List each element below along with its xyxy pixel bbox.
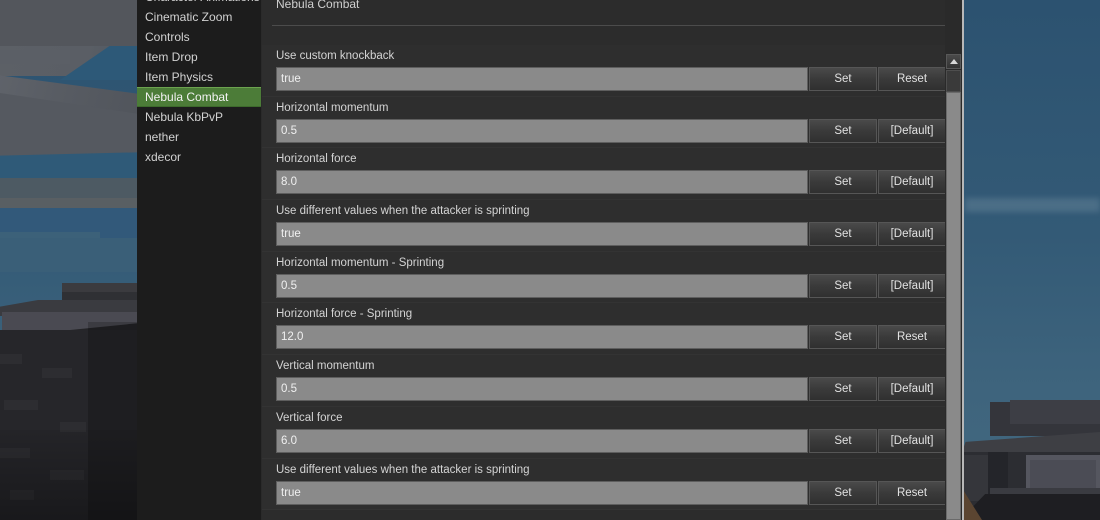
sidebar-item-item-physics[interactable]: Item Physics	[137, 67, 261, 87]
sidebar-item-label: Item Drop	[145, 50, 198, 64]
setting-value-input[interactable]	[276, 428, 808, 453]
default-button[interactable]: [Default]	[878, 118, 946, 143]
page-title: Nebula Combat	[276, 0, 360, 11]
sidebar-item-label: Controls	[145, 30, 190, 44]
scrollbar-track-gap[interactable]	[946, 70, 961, 92]
setting-label: Horizontal force	[276, 153, 357, 166]
setting-row: Horizontal momentum - Sprinting Set [Def…	[262, 251, 946, 304]
setting-value-input[interactable]	[276, 480, 808, 505]
sidebar-category-list[interactable]: Character Animations Cinematic Zoom Cont…	[137, 0, 262, 520]
setting-row: Use different values when the attacker i…	[262, 458, 946, 511]
set-button[interactable]: Set	[809, 222, 877, 247]
setting-value-input[interactable]	[276, 67, 808, 91]
sidebar-item-nebula-combat[interactable]: Nebula Combat	[137, 87, 261, 107]
setting-label: Use different values when the attacker i…	[276, 205, 530, 218]
setting-value-input[interactable]	[276, 325, 808, 350]
sidebar-item-label: nether	[145, 130, 180, 144]
vertical-scrollbar[interactable]	[945, 0, 962, 520]
terrain-slab	[0, 178, 150, 200]
default-button[interactable]: [Default]	[878, 428, 946, 453]
terrain-slab	[0, 152, 150, 180]
setting-row: Horizontal force Set [Default]	[262, 148, 946, 201]
setting-row: Use custom knockback Set Reset	[262, 45, 946, 97]
setting-row: Use different values when the attacker i…	[262, 200, 946, 252]
default-button[interactable]: [Default]	[878, 222, 946, 247]
setting-label: Use different values when the attacker i…	[276, 463, 530, 476]
sidebar-item-label: Character Animations	[145, 0, 260, 4]
setting-controls: Set Reset	[276, 325, 946, 350]
set-button[interactable]: Set	[809, 428, 877, 453]
setting-value-input[interactable]	[276, 273, 808, 298]
reset-button[interactable]: Reset	[878, 325, 946, 350]
header-divider	[272, 25, 947, 26]
terrain-slab	[0, 50, 70, 64]
default-button[interactable]: [Default]	[878, 170, 946, 195]
structure-block	[1010, 400, 1100, 424]
sidebar-item-controls[interactable]: Controls	[137, 27, 261, 47]
sidebar-item-nether[interactable]: nether	[137, 127, 261, 147]
setting-value-input[interactable]	[276, 222, 808, 247]
settings-panel: Nebula Combat Use custom knockback Set R…	[262, 0, 962, 520]
set-button[interactable]: Set	[809, 273, 877, 298]
set-button[interactable]: Set	[809, 325, 877, 350]
setting-label: Horizontal momentum	[276, 101, 389, 114]
sidebar-item-nebula-kbpvp[interactable]: Nebula KbPvP	[137, 107, 261, 127]
app-window: Character Animations Cinematic Zoom Cont…	[0, 0, 1100, 520]
reset-button[interactable]: Reset	[878, 67, 946, 91]
sidebar-item-label: Cinematic Zoom	[145, 10, 233, 24]
sidebar-item-label: xdecor	[145, 150, 182, 164]
setting-label: Horizontal momentum - Sprinting	[276, 256, 445, 269]
terrain-shading	[0, 430, 150, 520]
scroll-up-button[interactable]	[946, 54, 961, 69]
set-button[interactable]: Set	[809, 67, 877, 91]
setting-row: Horizontal momentum Set [Default]	[262, 96, 946, 149]
set-button[interactable]: Set	[809, 480, 877, 505]
sidebar-item-cinematic-zoom[interactable]: Cinematic Zoom	[137, 7, 261, 27]
triangle-up-icon	[949, 59, 958, 64]
setting-label: Use custom knockback	[276, 50, 395, 62]
settings-list: Use custom knockback Set Reset Horizonta…	[262, 45, 946, 511]
set-button[interactable]: Set	[809, 118, 877, 143]
cloud	[965, 198, 1100, 212]
scrollbar-thumb[interactable]	[946, 92, 961, 520]
setting-controls: Set Reset	[276, 67, 946, 91]
setting-row: Horizontal force - Sprinting Set Reset	[262, 303, 946, 356]
setting-row: Vertical momentum Set [Default]	[262, 355, 946, 407]
setting-label: Vertical force	[276, 411, 343, 424]
sidebar-item-label: Nebula KbPvP	[145, 110, 224, 124]
reset-button[interactable]: Reset	[878, 480, 946, 505]
setting-controls: Set [Default]	[276, 428, 946, 453]
setting-value-input[interactable]	[276, 170, 808, 195]
sidebar-item-xdecor[interactable]: xdecor	[137, 147, 261, 167]
setting-label: Vertical momentum	[276, 360, 375, 373]
set-button[interactable]: Set	[809, 377, 877, 402]
setting-value-input[interactable]	[276, 118, 808, 143]
setting-controls: Set [Default]	[276, 222, 946, 247]
setting-controls: Set [Default]	[276, 377, 946, 402]
default-button[interactable]: [Default]	[878, 377, 946, 402]
sidebar-item-item-drop[interactable]: Item Drop	[137, 47, 261, 67]
setting-row: Vertical force Set [Default]	[262, 406, 946, 459]
sidebar-item-label: Item Physics	[145, 70, 214, 84]
setting-controls: Set [Default]	[276, 170, 946, 195]
set-button[interactable]: Set	[809, 170, 877, 195]
setting-controls: Set [Default]	[276, 273, 946, 298]
panel-right-edge	[962, 0, 964, 520]
terrain-slab	[0, 238, 150, 272]
terrain-slab	[0, 0, 150, 48]
setting-controls: Set Reset	[276, 480, 946, 505]
sidebar-item-character-animations[interactable]: Character Animations	[137, 0, 261, 7]
setting-value-input[interactable]	[276, 377, 808, 402]
setting-controls: Set [Default]	[276, 118, 946, 143]
default-button[interactable]: [Default]	[878, 273, 946, 298]
setting-label: Horizontal force - Sprinting	[276, 308, 413, 321]
sidebar-item-label: Nebula Combat	[145, 90, 229, 104]
